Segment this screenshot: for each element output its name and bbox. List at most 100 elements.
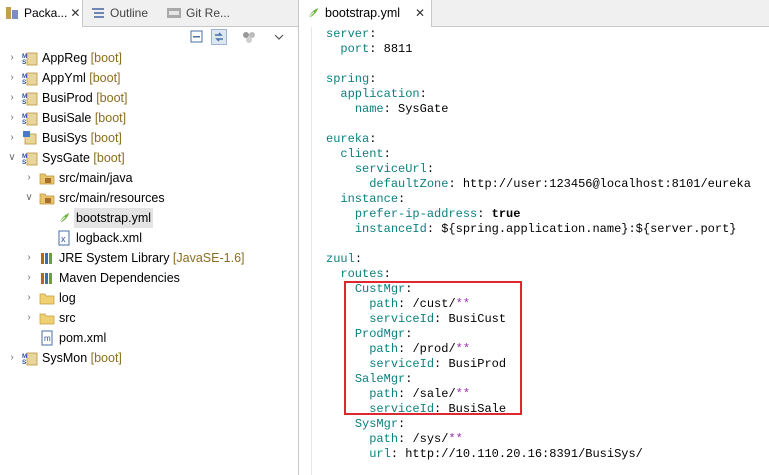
tree-item-name: src/main/java [59, 171, 133, 185]
chevron-right-icon[interactable]: › [7, 112, 17, 124]
code-line: port: 8811 [340, 42, 413, 56]
code-line: path: /sys/** [369, 432, 463, 446]
tree-item[interactable]: ∨ M S SysGate [boot] [0, 148, 298, 168]
chevron-down-icon[interactable]: ∨ [7, 152, 17, 164]
chevron-right-icon[interactable]: › [24, 172, 34, 184]
yaml-key: ProdMgr [354, 327, 406, 341]
xml-file-icon: x [58, 230, 70, 246]
tree-item-name: AppYml [42, 71, 86, 85]
source-folder-icon [39, 193, 55, 205]
left-tab-bar: Packa... ✕ Outline Git Re... [0, 0, 298, 27]
code-line: application: [340, 87, 427, 101]
tab-git-repositories[interactable]: Git Re... [162, 0, 242, 26]
collapse-all-icon[interactable] [189, 29, 205, 45]
chevron-right-icon[interactable]: › [24, 292, 34, 304]
yaml-key: application [340, 87, 420, 101]
tree-item-label: src/main/resources [57, 188, 167, 208]
tree-item-name: Maven Dependencies [59, 271, 180, 285]
tree-item-label: Maven Dependencies [57, 268, 182, 288]
tree-item-decoration: [boot] [92, 91, 128, 105]
tree-item-decoration: [boot] [89, 151, 125, 165]
maven-project-icon: MS [22, 112, 38, 126]
chevron-right-icon[interactable]: › [7, 352, 17, 364]
yaml-file-icon [307, 8, 318, 19]
tree-item-name: BusiSale [42, 111, 92, 125]
tree-item-name: src/main/resources [59, 191, 165, 205]
yaml-key: CustMgr [354, 282, 406, 296]
maven-project-icon: MS [22, 52, 38, 66]
filter-icon[interactable] [241, 29, 257, 45]
svg-text:x: x [61, 234, 66, 244]
tree-item-decoration: [boot] [87, 351, 122, 365]
chevron-right-icon[interactable]: › [24, 272, 34, 284]
package-explorer-icon [6, 6, 18, 19]
folder-icon [39, 313, 55, 325]
tree-item[interactable]: › log [0, 288, 298, 308]
tree-item[interactable]: › M S AppYml [boot] [0, 68, 298, 88]
source-folder-icon [39, 173, 55, 185]
tree-item-name: AppReg [42, 51, 88, 65]
chevron-right-icon[interactable]: › [24, 252, 34, 264]
tree-item-decoration: [boot] [87, 131, 122, 145]
close-icon[interactable]: ✕ [70, 0, 80, 26]
yaml-key: serviceUrl [354, 162, 427, 176]
yaml-key: zuul [326, 252, 355, 266]
chevron-right-icon[interactable]: › [7, 72, 17, 84]
code-line: prefer-ip-address: true [354, 207, 521, 221]
tree-item[interactable]: m pom.xml [0, 328, 298, 348]
yaml-key: serviceId [369, 312, 435, 326]
chevron-down-icon[interactable]: ∨ [24, 192, 34, 204]
chevron-right-icon[interactable]: › [7, 132, 17, 144]
yaml-value: /sys/ [412, 432, 449, 446]
tree-item[interactable]: › BusiSys [boot] [0, 128, 298, 148]
tree-item-label: bootstrap.yml [74, 208, 154, 228]
yaml-key: routes [340, 267, 384, 281]
code-line: path: /sale/** [369, 387, 471, 401]
tree-item-label: src [57, 308, 78, 328]
chevron-right-icon[interactable]: › [7, 52, 17, 64]
tree-item[interactable]: › M S SysMon [boot] [0, 348, 298, 368]
code-line: serviceUrl: [354, 162, 435, 176]
tree-item-decoration: [boot] [91, 111, 127, 125]
code-line: routes: [340, 267, 391, 281]
yaml-key: serviceId [369, 357, 435, 371]
tree-item[interactable]: › Maven Dependencies [0, 268, 298, 288]
code-line: eureka: [326, 132, 377, 146]
link-with-editor-icon[interactable] [211, 29, 227, 45]
maven-project-icon: MS [22, 352, 38, 366]
tab-package-explorer[interactable]: Packa... ✕ [0, 0, 83, 27]
yaml-key: instanceId [354, 222, 427, 236]
tree-item-label: pom.xml [57, 328, 108, 348]
code-line: spring: [326, 72, 377, 86]
close-icon[interactable]: ✕ [415, 0, 425, 26]
tree-item[interactable]: › src [0, 308, 298, 328]
tree-item[interactable]: › M S BusiSale [boot] [0, 108, 298, 128]
yaml-wildcard: ** [455, 387, 471, 401]
yaml-value: BusiCust [448, 312, 507, 326]
tree-item[interactable]: bootstrap.yml [0, 208, 298, 228]
view-menu-chevron-down-icon[interactable] [271, 29, 287, 45]
tree-item-decoration: [boot] [85, 71, 121, 85]
tree-item-name: src [59, 311, 76, 325]
outline-icon [92, 7, 104, 18]
editor-tab-bootstrap-yml[interactable]: bootstrap.yml ✕ [299, 0, 432, 27]
code-line: url: http://10.110.20.16:8391/BusiSys/ [369, 447, 643, 461]
yaml-value: BusiSale [448, 402, 507, 416]
yaml-key: defaultZone [369, 177, 449, 191]
tree-item[interactable]: › M S BusiProd [boot] [0, 88, 298, 108]
tree-item[interactable]: x logback.xml [0, 228, 298, 248]
svg-text:S: S [22, 99, 27, 106]
tree-item-label: logback.xml [74, 228, 144, 248]
tree-item-label: SysMon [boot] [40, 348, 124, 368]
chevron-right-icon[interactable]: › [24, 312, 34, 324]
tree-item[interactable]: › M S AppReg [boot] [0, 48, 298, 68]
chevron-right-icon[interactable]: › [7, 92, 17, 104]
yaml-key: port [340, 42, 370, 56]
tab-outline[interactable]: Outline [86, 0, 158, 26]
tab-git-label: Git Re... [186, 6, 231, 20]
yaml-key: path [369, 342, 399, 356]
code-line: name: SysGate [354, 102, 449, 116]
tree-item[interactable]: ∨ src/main/resources [0, 188, 298, 208]
tree-item[interactable]: › src/main/java [0, 168, 298, 188]
tree-item[interactable]: › JRE System Library [JavaSE-1.6] [0, 248, 298, 268]
